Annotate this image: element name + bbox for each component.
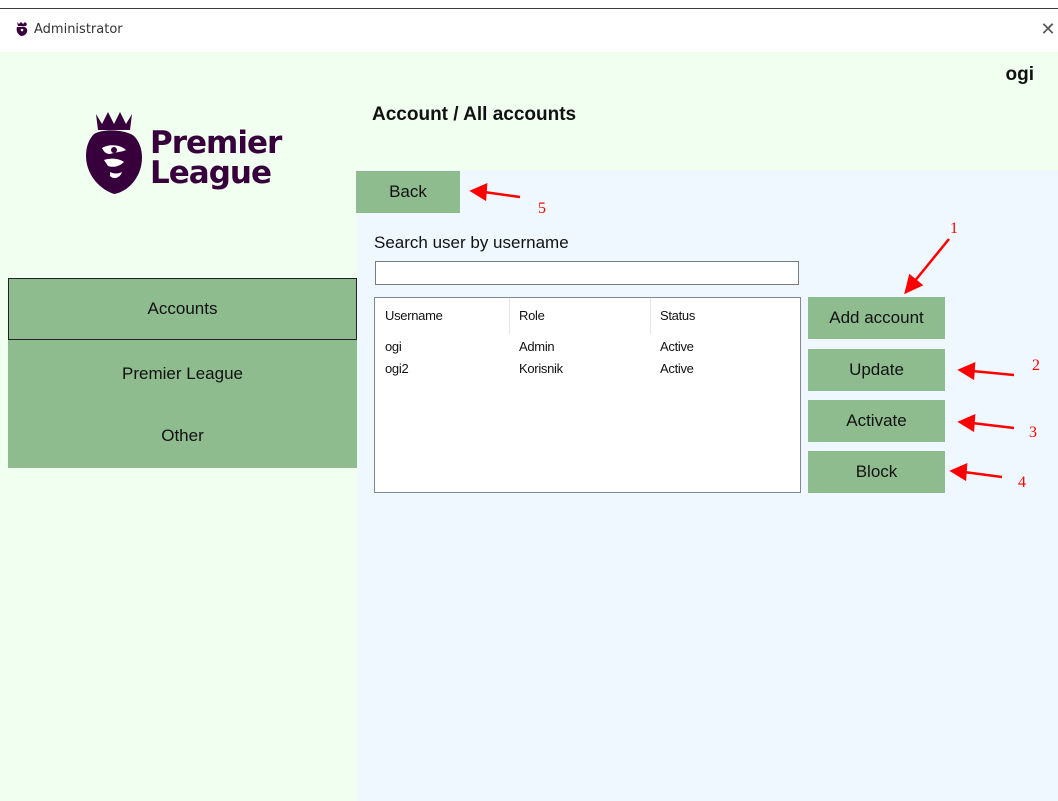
premier-league-lion-icon (16, 22, 28, 36)
sidebar-item-other[interactable]: Other (8, 405, 357, 467)
sidebar-item-accounts[interactable]: Accounts (8, 278, 357, 340)
window-title: Administrator (34, 22, 123, 37)
update-button[interactable]: Update (808, 349, 945, 391)
table-row[interactable]: ogi Admin Active (375, 339, 800, 359)
cell-role: Admin (519, 339, 555, 354)
cell-role: Korisnik (519, 361, 563, 376)
title-bar: Administrator ✕ (0, 0, 1058, 52)
search-label: Search user by username (374, 233, 569, 252)
title-bar-divider (0, 8, 1058, 9)
table-row[interactable]: ogi2 Korisnik Active (375, 361, 800, 381)
column-header-username[interactable]: Username (375, 298, 509, 334)
column-header-role[interactable]: Role (509, 298, 650, 334)
administrator-window: Administrator ✕ ogi Account / All accoun… (0, 0, 1058, 801)
search-input[interactable] (375, 261, 799, 285)
cell-status: Active (660, 361, 694, 376)
cell-status: Active (660, 339, 694, 354)
cell-username: ogi2 (385, 361, 409, 376)
add-account-button[interactable]: Add account (808, 297, 945, 339)
sidebar (0, 170, 357, 801)
back-button[interactable]: Back (356, 171, 460, 213)
block-button[interactable]: Block (808, 451, 945, 493)
column-header-status[interactable]: Status (650, 298, 790, 334)
logo-wordmark: Premier League (150, 125, 282, 191)
logo-line-league: League (150, 155, 272, 191)
close-icon[interactable]: ✕ (1038, 19, 1058, 39)
accounts-list-header: Username Role Status (375, 298, 800, 334)
premier-league-logo: Premier League (80, 108, 290, 198)
cell-username: ogi (385, 339, 402, 354)
activate-button[interactable]: Activate (808, 400, 945, 442)
page-title: Account / All accounts (372, 104, 577, 125)
current-user-name: ogi (1005, 64, 1035, 85)
sidebar-item-premier-league[interactable]: Premier League (8, 343, 357, 405)
logo-line-premier: Premier (150, 125, 282, 161)
accounts-list[interactable]: Username Role Status ogi Admin Active og… (374, 297, 801, 493)
premier-league-lion-icon (86, 112, 142, 194)
